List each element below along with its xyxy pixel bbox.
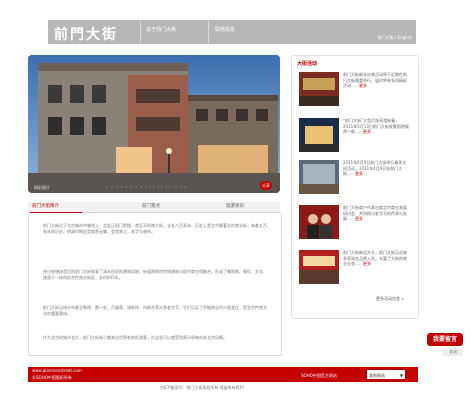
news-more-link[interactable]: 更多 [355,216,363,221]
footer-official-link[interactable]: SOHO中国官方网站 [301,373,337,379]
footer-site-select[interactable]: 其他网站 ▼ [366,369,406,380]
news-item-text: 前门大街商户代表出席北京商业发展研讨会，共同探讨老字号的传承与发展…… [343,205,407,221]
hero-photo [28,55,280,193]
tab-travel-info[interactable]: 旅游资讯 [226,202,244,212]
news-panel-title: 大街活动 [297,61,318,67]
news-thumbnail[interactable] [299,118,339,152]
news-thumbnail[interactable] [299,160,339,194]
footer-bar [28,367,418,382]
news-more-link[interactable]: 更多 [363,261,371,266]
nav-divider [208,20,209,44]
article-paragraph: 经过修缮改造后的前门大街恢复了清末民初的建筑风貌，街道两侧的传统建筑与现代商业相… [43,269,267,280]
nav-about[interactable]: 关于前门大街 [146,26,176,33]
footer-select-value: 其他网站 [369,373,385,378]
news-thumbnail[interactable] [299,205,339,239]
hero-caption: 精彩图片 [34,185,50,190]
tab-sights[interactable]: 前门景点 [142,202,160,212]
leave-message-button[interactable]: 我要留言 [427,333,463,346]
news-item[interactable]: 前门大街新店开业，前门大街又迎来多家知名品牌入驻，丰富了大街的商业业态……更多 [299,250,411,290]
news-item-text: 2011年4月9日前门大街举行春季文化活动，2011年4月9日在前门大街…… [343,160,407,176]
news-item-text: 前门大街新年庆典活动将于近期在前门大街隆重举行，届时将有多项精彩活动…… [343,72,407,88]
news-more-link[interactable]: 更多 [359,83,367,88]
news-item[interactable]: 2011年4月9日前门大街举行春季文化活动，2011年4月9日在前门大街……更多 [299,160,411,200]
nav-divider [140,20,141,44]
news-more-link[interactable]: 更多 [355,171,363,176]
article-panel: 前门大街位于北京城市中轴线上，北起正阳门箭楼，南至天桥南大街，全长八百多米，历史… [28,213,282,356]
hero-pager[interactable]: 1 2 3 4 5 6 7 8 9 10 11 12 13 14 [106,185,187,189]
news-item[interactable]: 前门大街商户代表出席北京商业发展研讨会，共同探讨老字号的传承与发展……更多 [299,205,411,245]
news-item[interactable]: “前门大街”大型灯饰亮相新春，2011年5月13日前门大街夜景照明焕然一新……更… [299,118,411,158]
close-message-button[interactable]: 关闭 [443,348,463,356]
news-thumbnail[interactable] [299,72,339,106]
hero-share-button[interactable]: 分享 [260,181,272,190]
footer-url[interactable]: www.qianmenstreet.com [32,368,82,373]
news-item-text: 前门大街新店开业，前门大街又迎来多家知名品牌入驻，丰富了大街的商业业态…… [343,250,407,266]
header-right-links[interactable]: 前门大街 | English [378,35,412,41]
tab-intro[interactable]: 前门大街简介 [32,202,59,212]
article-paragraph: 前门大街沿线分布着全聚德、都一处、月盛斋、瑞蚨祥、内联升等众多老字号，它们见证了… [43,305,267,316]
nav-contact[interactable]: 联络信息 [215,26,235,33]
news-item[interactable]: 前门大街新年庆典活动将于近期在前门大街隆重举行，届时将有多项精彩活动……更多 [299,72,411,112]
news-thumbnail[interactable] [299,250,339,284]
chevron-down-icon: ▼ [399,373,403,378]
article-paragraph: 作为北京的城市名片，前门大街吸引着来自世界各地的游客，在这里可以感受到原汁原味的… [43,335,227,340]
site-logo[interactable]: 前門大街 [54,24,118,44]
article-paragraph: 前门大街位于北京城市中轴线上，北起正阳门箭楼，南至天桥南大街，全长八百多米，历史… [43,223,267,234]
more-events-link[interactable]: 更多活动信息 » [376,296,404,302]
news-item-text: “前门大街”大型灯饰亮相新春，2011年5月13日前门大街夜景照明焕然一新…… [343,118,409,134]
footer-copyright: 京ICP备案号：前门大街版权所有 保留所有权利 [160,385,244,390]
footer-corp: ©SOHO中国版权所有 [32,375,72,380]
news-more-link[interactable]: 更多 [363,129,371,134]
